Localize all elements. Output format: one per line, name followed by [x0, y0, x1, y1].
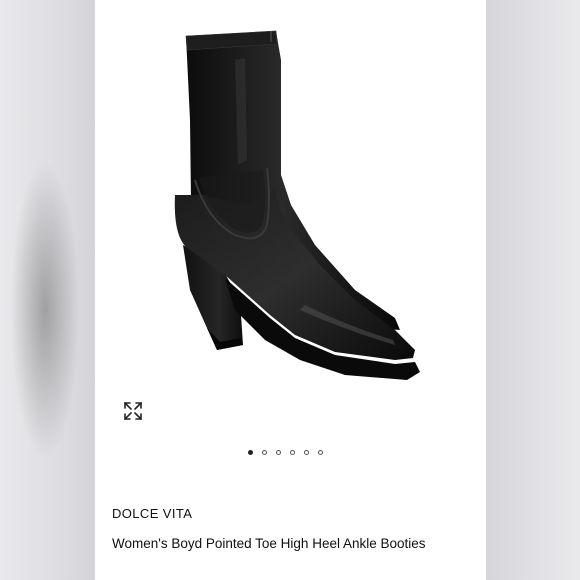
gallery-dot-5[interactable]: [304, 450, 309, 455]
brand-link[interactable]: DOLCE VITA: [112, 506, 192, 521]
product-panel: DOLCE VITA Women's Boyd Pointed Toe High…: [95, 0, 486, 580]
gallery-pagination: [248, 450, 323, 455]
blurred-background-left: [0, 0, 95, 580]
screen: DOLCE VITA Women's Boyd Pointed Toe High…: [0, 0, 580, 580]
product-title: Women's Boyd Pointed Toe High Heel Ankle…: [112, 536, 426, 551]
gallery-dot-2[interactable]: [262, 450, 267, 455]
blurred-background-right: [486, 0, 580, 580]
gallery-dot-4[interactable]: [290, 450, 295, 455]
product-image-boot[interactable]: [95, 0, 486, 440]
gallery-dot-3[interactable]: [276, 450, 281, 455]
gallery-dot-6[interactable]: [318, 450, 323, 455]
expand-arrows-icon[interactable]: [122, 400, 144, 422]
gallery-dot-1[interactable]: [248, 450, 253, 455]
